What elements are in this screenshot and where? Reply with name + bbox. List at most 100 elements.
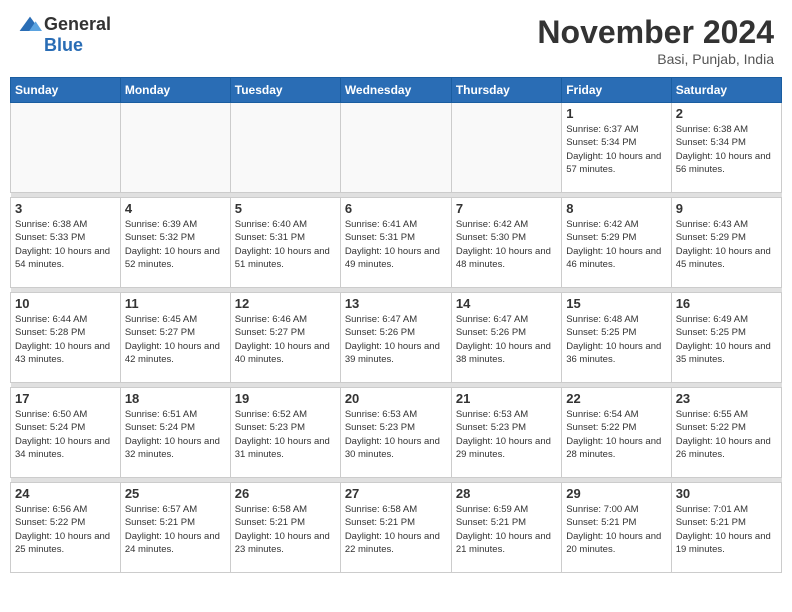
day-number: 30	[676, 486, 777, 501]
day-number: 25	[125, 486, 226, 501]
calendar-day-cell: 22Sunrise: 6:54 AM Sunset: 5:22 PM Dayli…	[562, 388, 671, 478]
day-header-saturday: Saturday	[671, 78, 781, 103]
calendar-day-cell: 18Sunrise: 6:51 AM Sunset: 5:24 PM Dayli…	[120, 388, 230, 478]
calendar-day-cell: 15 Sunrise: 6:48 AM Sunset: 5:25 PM Dayli…	[562, 293, 671, 383]
logo-icon	[18, 15, 42, 35]
day-number: 19	[235, 391, 336, 406]
day-number: 13	[345, 296, 447, 311]
day-info: Sunrise: 6:46 AM Sunset: 5:27 PM Dayligh…	[235, 313, 336, 366]
day-info: Sunrise: 6:44 AM Sunset: 5:28 PM Dayligh…	[15, 313, 116, 366]
day-info: Sunrise: 6:56 AM Sunset: 5:22 PM Dayligh…	[15, 503, 116, 556]
calendar-day-cell: 13 Sunrise: 6:47 AM Sunset: 5:26 PM Dayli…	[340, 293, 451, 383]
calendar-day-cell: 21 Sunrise: 6:53 AM Sunset: 5:23 PM Dayli…	[451, 388, 561, 478]
day-number: 3	[15, 201, 116, 216]
day-info: Sunrise: 6:49 AM Sunset: 5:25 PM Dayligh…	[676, 313, 777, 366]
day-number: 15	[566, 296, 666, 311]
day-info: Sunrise: 6:42 AM Sunset: 5:29 PM Dayligh…	[566, 218, 666, 271]
day-header-sunday: Sunday	[11, 78, 121, 103]
calendar-day-cell	[340, 103, 451, 193]
calendar-day-cell: 17 Sunrise: 6:50 AM Sunset: 5:24 PM Dayli…	[11, 388, 121, 478]
calendar-day-cell: 10Sunrise: 6:44 AM Sunset: 5:28 PM Dayli…	[11, 293, 121, 383]
calendar-day-cell: 26 Sunrise: 6:58 AM Sunset: 5:21 PM Dayli…	[230, 483, 340, 573]
calendar-day-cell: 29 Sunrise: 7:00 AM Sunset: 5:21 PM Dayli…	[562, 483, 671, 573]
day-info: Sunrise: 6:55 AM Sunset: 5:22 PM Dayligh…	[676, 408, 777, 461]
day-number: 24	[15, 486, 116, 501]
page-header: General Blue November 2024 Basi, Punjab,…	[10, 10, 782, 71]
calendar-day-cell	[230, 103, 340, 193]
day-info: Sunrise: 6:58 AM Sunset: 5:21 PM Dayligh…	[235, 503, 336, 556]
day-number: 23	[676, 391, 777, 406]
day-info: Sunrise: 7:00 AM Sunset: 5:21 PM Dayligh…	[566, 503, 666, 556]
day-number: 20	[345, 391, 447, 406]
logo-general: General	[44, 14, 111, 35]
calendar-week-row: 1Sunrise: 6:37 AM Sunset: 5:34 PM Daylig…	[11, 103, 782, 193]
day-info: Sunrise: 6:42 AM Sunset: 5:30 PM Dayligh…	[456, 218, 557, 271]
day-number: 27	[345, 486, 447, 501]
day-info: Sunrise: 6:37 AM Sunset: 5:34 PM Dayligh…	[566, 123, 666, 176]
calendar-day-cell: 20 Sunrise: 6:53 AM Sunset: 5:23 PM Dayli…	[340, 388, 451, 478]
calendar-day-cell: 11Sunrise: 6:45 AM Sunset: 5:27 PM Dayli…	[120, 293, 230, 383]
day-info: Sunrise: 6:39 AM Sunset: 5:32 PM Dayligh…	[125, 218, 226, 271]
calendar-day-cell: 23 Sunrise: 6:55 AM Sunset: 5:22 PM Dayli…	[671, 388, 781, 478]
month-title: November 2024	[537, 14, 774, 51]
day-info: Sunrise: 6:58 AM Sunset: 5:21 PM Dayligh…	[345, 503, 447, 556]
day-info: Sunrise: 6:38 AM Sunset: 5:34 PM Dayligh…	[676, 123, 777, 176]
logo-blue: Blue	[44, 35, 83, 56]
day-info: Sunrise: 6:48 AM Sunset: 5:25 PM Dayligh…	[566, 313, 666, 366]
calendar-week-row: 17 Sunrise: 6:50 AM Sunset: 5:24 PM Dayli…	[11, 388, 782, 478]
day-number: 4	[125, 201, 226, 216]
logo: General Blue	[18, 14, 111, 56]
day-number: 2	[676, 106, 777, 121]
calendar-day-cell: 2 Sunrise: 6:38 AM Sunset: 5:34 PM Daylig…	[671, 103, 781, 193]
day-info: Sunrise: 6:41 AM Sunset: 5:31 PM Dayligh…	[345, 218, 447, 271]
day-number: 16	[676, 296, 777, 311]
day-header-monday: Monday	[120, 78, 230, 103]
calendar-day-cell	[451, 103, 561, 193]
day-info: Sunrise: 6:38 AM Sunset: 5:33 PM Dayligh…	[15, 218, 116, 271]
day-number: 7	[456, 201, 557, 216]
day-info: Sunrise: 6:47 AM Sunset: 5:26 PM Dayligh…	[345, 313, 447, 366]
day-info: Sunrise: 6:59 AM Sunset: 5:21 PM Dayligh…	[456, 503, 557, 556]
day-number: 29	[566, 486, 666, 501]
day-info: Sunrise: 6:43 AM Sunset: 5:29 PM Dayligh…	[676, 218, 777, 271]
day-number: 8	[566, 201, 666, 216]
calendar-day-cell: 4 Sunrise: 6:39 AM Sunset: 5:32 PM Daylig…	[120, 198, 230, 288]
calendar-day-cell: 3 Sunrise: 6:38 AM Sunset: 5:33 PM Daylig…	[11, 198, 121, 288]
day-header-friday: Friday	[562, 78, 671, 103]
day-info: Sunrise: 6:50 AM Sunset: 5:24 PM Dayligh…	[15, 408, 116, 461]
calendar-day-cell: 8 Sunrise: 6:42 AM Sunset: 5:29 PM Daylig…	[562, 198, 671, 288]
day-number: 12	[235, 296, 336, 311]
day-header-tuesday: Tuesday	[230, 78, 340, 103]
day-info: Sunrise: 6:54 AM Sunset: 5:22 PM Dayligh…	[566, 408, 666, 461]
day-number: 9	[676, 201, 777, 216]
calendar-header-row: SundayMondayTuesdayWednesdayThursdayFrid…	[11, 78, 782, 103]
calendar-day-cell: 5 Sunrise: 6:40 AM Sunset: 5:31 PM Daylig…	[230, 198, 340, 288]
calendar-day-cell: 30 Sunrise: 7:01 AM Sunset: 5:21 PM Dayli…	[671, 483, 781, 573]
day-info: Sunrise: 6:40 AM Sunset: 5:31 PM Dayligh…	[235, 218, 336, 271]
calendar-day-cell: 19 Sunrise: 6:52 AM Sunset: 5:23 PM Dayli…	[230, 388, 340, 478]
day-header-thursday: Thursday	[451, 78, 561, 103]
calendar-day-cell: 24 Sunrise: 6:56 AM Sunset: 5:22 PM Dayli…	[11, 483, 121, 573]
calendar-day-cell: 9 Sunrise: 6:43 AM Sunset: 5:29 PM Daylig…	[671, 198, 781, 288]
day-header-wednesday: Wednesday	[340, 78, 451, 103]
day-number: 14	[456, 296, 557, 311]
day-number: 5	[235, 201, 336, 216]
calendar-day-cell: 14 Sunrise: 6:47 AM Sunset: 5:26 PM Dayli…	[451, 293, 561, 383]
day-info: Sunrise: 6:53 AM Sunset: 5:23 PM Dayligh…	[456, 408, 557, 461]
calendar-day-cell: 28 Sunrise: 6:59 AM Sunset: 5:21 PM Dayli…	[451, 483, 561, 573]
day-info: Sunrise: 6:47 AM Sunset: 5:26 PM Dayligh…	[456, 313, 557, 366]
calendar-day-cell: 6Sunrise: 6:41 AM Sunset: 5:31 PM Daylig…	[340, 198, 451, 288]
day-info: Sunrise: 6:53 AM Sunset: 5:23 PM Dayligh…	[345, 408, 447, 461]
day-info: Sunrise: 6:52 AM Sunset: 5:23 PM Dayligh…	[235, 408, 336, 461]
day-number: 17	[15, 391, 116, 406]
day-number: 26	[235, 486, 336, 501]
calendar-day-cell: 25Sunrise: 6:57 AM Sunset: 5:21 PM Dayli…	[120, 483, 230, 573]
calendar-day-cell: 7 Sunrise: 6:42 AM Sunset: 5:30 PM Daylig…	[451, 198, 561, 288]
day-number: 28	[456, 486, 557, 501]
day-info: Sunrise: 6:51 AM Sunset: 5:24 PM Dayligh…	[125, 408, 226, 461]
day-number: 21	[456, 391, 557, 406]
calendar-day-cell	[11, 103, 121, 193]
day-info: Sunrise: 7:01 AM Sunset: 5:21 PM Dayligh…	[676, 503, 777, 556]
calendar-week-row: 24 Sunrise: 6:56 AM Sunset: 5:22 PM Dayli…	[11, 483, 782, 573]
location: Basi, Punjab, India	[537, 51, 774, 67]
